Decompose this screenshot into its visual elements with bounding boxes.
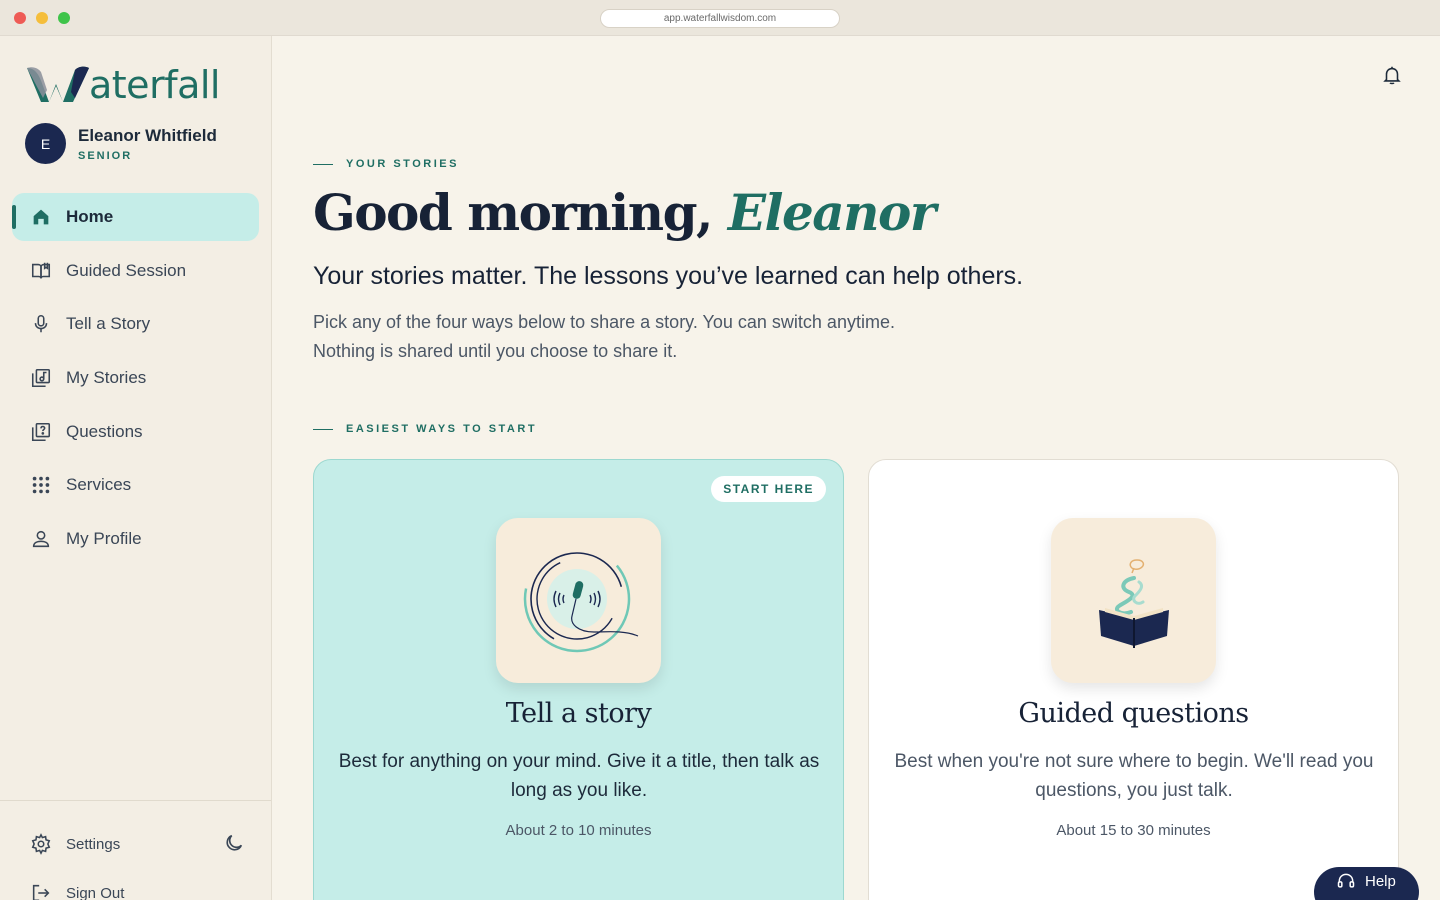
help-label: Help	[1365, 872, 1396, 890]
person-icon	[32, 531, 50, 548]
open-book-icon	[31, 262, 51, 279]
sidebar-item-my-stories[interactable]: My Stories	[12, 354, 259, 402]
card-duration: About 2 to 10 minutes	[505, 822, 652, 839]
section-eyebrow-easiest-ways: EASIEST WAYS TO START	[313, 423, 537, 435]
sign-out-label: Sign Out	[66, 884, 125, 900]
card-title: Tell a story	[505, 698, 652, 729]
sign-out-icon	[32, 884, 50, 900]
sidebar-item-guided-session[interactable]: Guided Session	[12, 247, 259, 295]
guided-questions-card[interactable]: Guided questions Best when you're not su…	[868, 459, 1399, 900]
sidebar-item-label: Home	[66, 207, 114, 226]
microphone-icon	[34, 315, 48, 333]
sidebar-item-label: Questions	[66, 421, 143, 441]
music-library-icon	[31, 369, 51, 388]
question-library-icon	[31, 422, 51, 441]
waterfall-w-icon	[27, 66, 89, 102]
section-eyebrow-your-stories: YOUR STORIES	[313, 158, 459, 170]
close-window-button[interactable]	[14, 12, 26, 24]
book-speech-bubble-icon	[1051, 518, 1216, 683]
sidebar: aterfall E Eleanor Whitfield SENIOR Home…	[0, 36, 272, 900]
notifications-bell-icon[interactable]	[1381, 64, 1403, 86]
help-button[interactable]: Help	[1314, 867, 1419, 900]
sidebar-item-home[interactable]: Home	[12, 193, 259, 241]
card-title: Guided questions	[1018, 698, 1249, 729]
intro-text: Pick any of the four ways below to share…	[313, 308, 1013, 366]
greeting-prefix: Good morning,	[313, 183, 713, 242]
settings-button[interactable]: Settings	[30, 832, 250, 856]
sidebar-nav: Home Guided Session Tell a Story My Stor…	[12, 193, 259, 569]
sidebar-item-label: Services	[66, 475, 132, 495]
sidebar-item-tell-a-story[interactable]: Tell a Story	[12, 300, 259, 348]
waterfall-logo[interactable]: aterfall	[25, 62, 220, 104]
microphone-waves-icon	[496, 518, 661, 683]
sidebar-divider	[0, 800, 271, 801]
user-profile: E Eleanor Whitfield SENIOR	[25, 123, 217, 164]
greeting-name: Eleanor	[727, 183, 936, 242]
card-description: Best when you're not sure where to begin…	[894, 751, 1374, 801]
user-name: Eleanor Whitfield	[78, 125, 217, 145]
grid-dots-icon	[32, 477, 50, 494]
avatar: E	[25, 123, 66, 164]
minimize-window-button[interactable]	[36, 12, 48, 24]
greeting-heading: Good morning, Eleanor	[313, 183, 936, 242]
logo-text: aterfall	[89, 63, 220, 107]
sidebar-item-label: Guided Session	[66, 260, 187, 280]
intro-line: Pick any of the four ways below to share…	[313, 312, 895, 332]
headset-icon	[1337, 873, 1355, 888]
subheading: Your stories matter. The lessons you’ve …	[313, 262, 1024, 290]
sidebar-item-my-profile[interactable]: My Profile	[12, 515, 259, 563]
sidebar-item-services[interactable]: Services	[12, 461, 259, 509]
address-bar[interactable]: app.waterfallwisdom.com	[600, 9, 840, 28]
settings-label: Settings	[66, 835, 121, 853]
tell-a-story-card[interactable]: START HERE Tell a story Best for anythin…	[313, 459, 844, 900]
moon-icon[interactable]	[223, 832, 245, 854]
card-duration: About 15 to 30 minutes	[1056, 822, 1211, 839]
user-role: SENIOR	[78, 149, 133, 162]
sidebar-item-label: My Stories	[66, 368, 147, 388]
sidebar-item-label: My Profile	[66, 529, 142, 549]
sidebar-item-label: Tell a Story	[66, 314, 151, 334]
sign-out-button[interactable]: Sign Out	[30, 881, 124, 900]
home-icon	[33, 209, 49, 225]
maximize-window-button[interactable]	[58, 12, 70, 24]
intro-line: Nothing is shared until you choose to sh…	[313, 341, 678, 361]
browser-toolbar: app.waterfallwisdom.com	[0, 0, 1440, 36]
sidebar-item-questions[interactable]: Questions	[12, 408, 259, 456]
card-description: Best for anything on your mind. Give it …	[338, 751, 820, 801]
start-here-badge: START HERE	[711, 476, 826, 502]
gear-icon	[31, 833, 51, 855]
